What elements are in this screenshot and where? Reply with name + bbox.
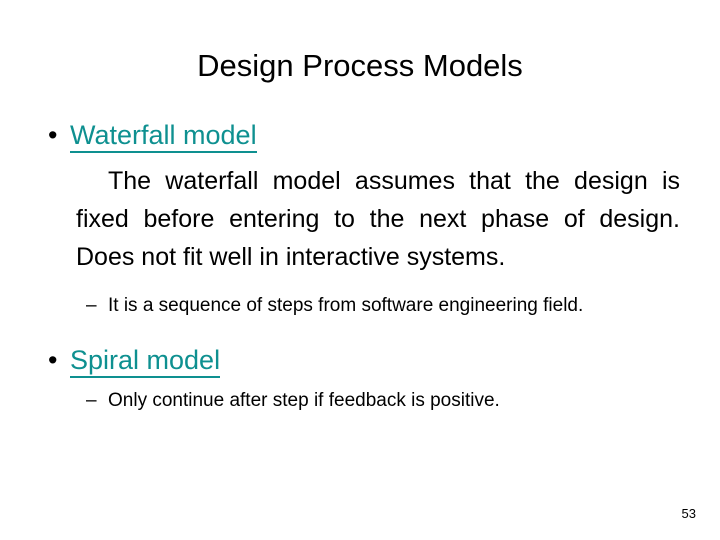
bullet-item-spiral: • Spiral model — [40, 343, 688, 378]
bullet-dot-icon: • — [48, 345, 58, 375]
sub-bullet-spiral-note: – Only continue after step if feedback i… — [86, 387, 702, 414]
slide-canvas: Design Process Models • Waterfall model … — [0, 0, 720, 540]
slide-body: • Waterfall model The waterfall model as… — [40, 118, 688, 414]
sub-bullet-text-waterfall: It is a sequence of steps from software … — [108, 295, 584, 316]
dash-marker-icon: – — [86, 390, 97, 411]
bullet-label-waterfall: Waterfall model — [70, 120, 257, 153]
bullet-label-spiral: Spiral model — [70, 345, 221, 378]
sub-bullet-text-spiral: Only continue after step if feedback is … — [108, 390, 500, 411]
sub-bullet-waterfall-note: – It is a sequence of steps from softwar… — [86, 292, 702, 319]
dash-marker-icon: – — [86, 295, 97, 316]
bullet-item-waterfall: • Waterfall model — [40, 118, 688, 153]
paragraph-waterfall-description: The waterfall model assumes that the des… — [76, 167, 680, 271]
page-number: 53 — [681, 506, 696, 521]
page-title: Design Process Models — [197, 48, 523, 83]
bullet-dot-icon: • — [48, 120, 58, 150]
